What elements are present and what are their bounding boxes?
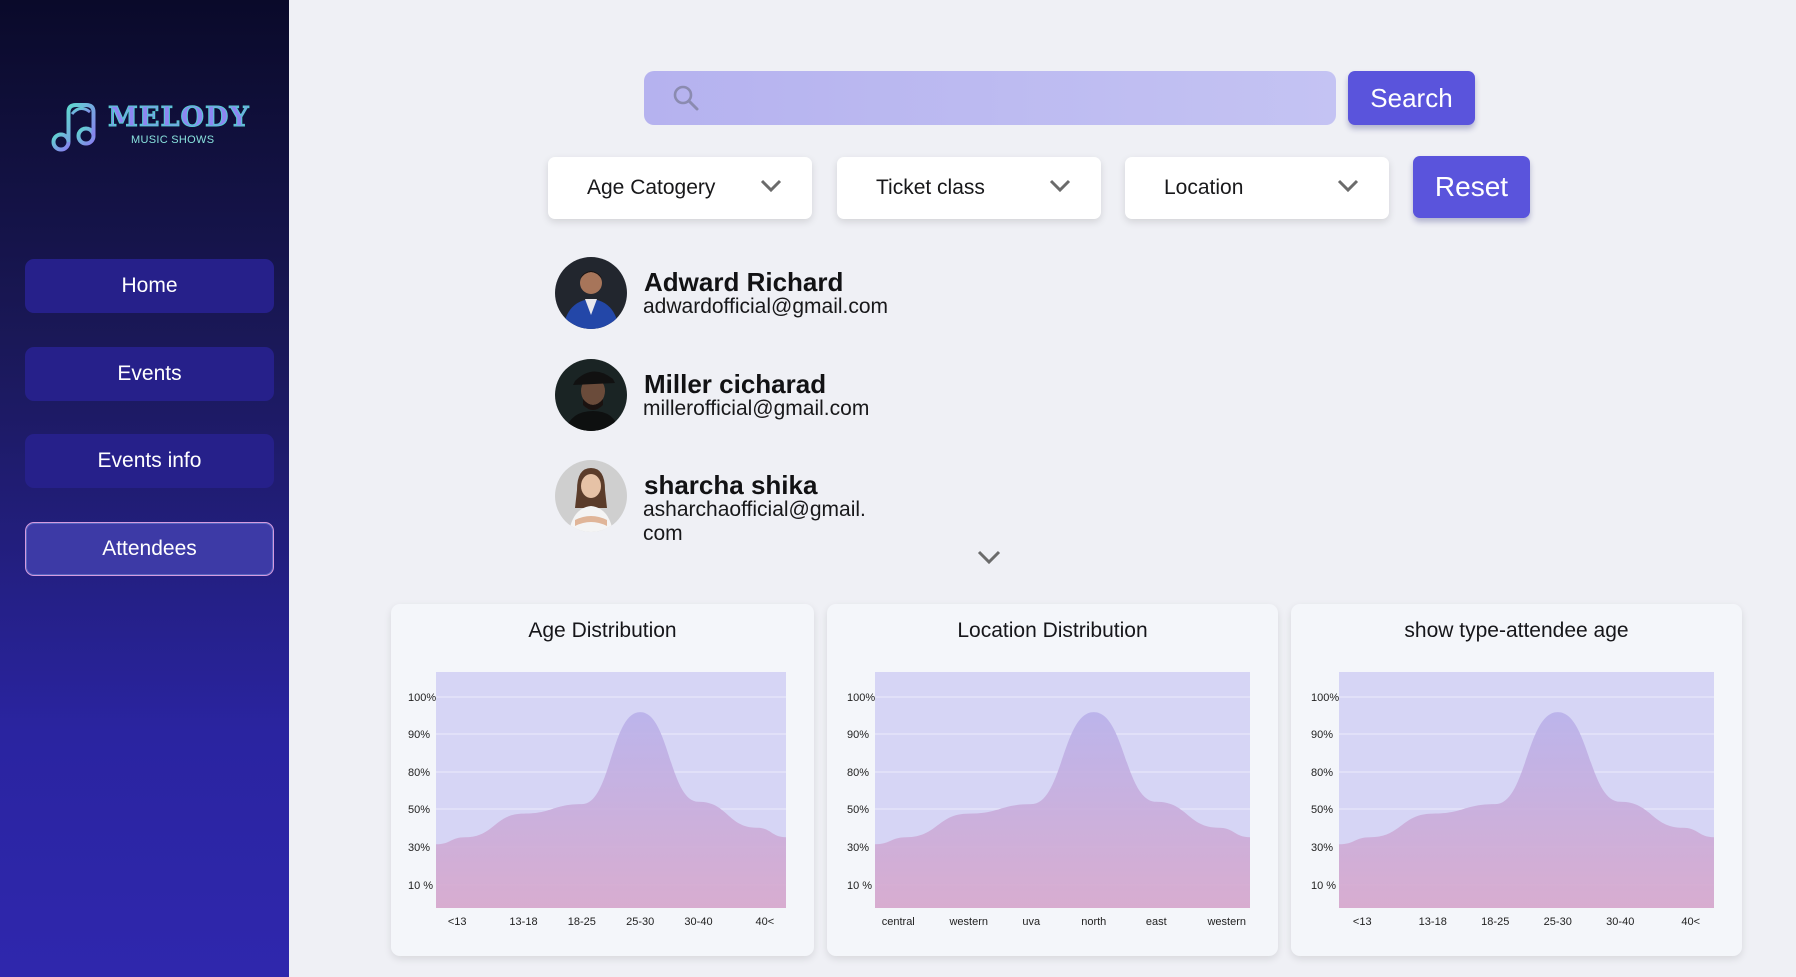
y-tick-label: 50% <box>847 804 869 816</box>
y-tick-label: 80% <box>408 767 430 779</box>
avatar <box>555 460 627 532</box>
x-tick-label: east <box>1146 916 1167 928</box>
attendee-name: Miller cicharad <box>644 369 827 399</box>
location-distribution-card: Location Distribution 100% 90% 80% 50% 30% 10… <box>827 604 1278 956</box>
x-tick-label: 30-40 <box>1606 916 1634 928</box>
reset-button[interactable]: Reset <box>1413 156 1530 218</box>
y-tick-label: 30% <box>408 842 430 854</box>
app-logo[interactable]: MELODY MUSIC SHOWS <box>50 100 250 160</box>
sidebar-item-events-info[interactable]: Events info <box>25 434 274 488</box>
logo-subtitle: MUSIC SHOWS <box>131 134 215 146</box>
sidebar-item-attendees[interactable]: Attendees <box>25 522 274 576</box>
sidebar-item-home[interactable]: Home <box>25 259 274 313</box>
search-button[interactable]: Search <box>1348 71 1475 125</box>
x-tick-label: central <box>882 916 915 928</box>
y-tick-label: 100% <box>847 692 875 704</box>
x-tick-label: 30-40 <box>684 916 712 928</box>
attendee-email: asharchaofficial@gmail. com <box>643 498 866 545</box>
age-category-label: Age Catogery <box>587 176 716 199</box>
ticket-class-dropdown[interactable]: Ticket class <box>837 157 1101 219</box>
age-distribution-chart: 100% 90% 80% 50% 30% 10 % <13 13-18 18-25 25-30 30… <box>408 672 786 928</box>
search-input[interactable] <box>700 71 1336 125</box>
y-tick-label: 30% <box>847 842 869 854</box>
y-tick-label: 10 % <box>1311 880 1336 892</box>
y-tick-label: 50% <box>1311 804 1333 816</box>
x-tick-label: 25-30 <box>626 916 654 928</box>
age-distribution-card: Age Distribution 100% 90% 80% 50% 30% 10 % <13… <box>391 604 814 956</box>
logo-title: MELODY <box>108 102 250 134</box>
x-tick-label: 40< <box>1681 916 1700 928</box>
show-type-age-card: show type-attendee age 100% 90% 80% 50% 30% 1… <box>1291 604 1742 956</box>
x-tick-label: western <box>948 916 988 928</box>
music-note-icon <box>51 103 96 152</box>
y-tick-label: 10 % <box>847 880 872 892</box>
attendee-email: adwardofficial@gmail.com <box>643 295 889 318</box>
y-tick-label: 90% <box>408 729 430 741</box>
location-label: Location <box>1164 176 1244 199</box>
x-tick-label: 18-25 <box>1481 916 1509 928</box>
chevron-down-icon <box>1337 179 1359 193</box>
chevron-down-icon <box>760 179 782 193</box>
y-tick-label: 100% <box>1311 692 1339 704</box>
x-tick-label: 18-25 <box>568 916 596 928</box>
attendee-name: sharcha shika <box>644 470 818 500</box>
search-bar <box>644 71 1336 125</box>
y-tick-label: 90% <box>1311 729 1333 741</box>
y-tick-label: 90% <box>847 729 869 741</box>
x-tick-label: <13 <box>1353 916 1372 928</box>
attendee-email: millerofficial@gmail.com <box>643 397 870 420</box>
ticket-class-label: Ticket class <box>876 176 985 199</box>
show-type-age-chart: 100% 90% 80% 50% 30% 10 % <13 13-18 18-25 25-30 30… <box>1311 672 1714 928</box>
sidebar: MELODY MUSIC SHOWS Home Events Events in… <box>0 0 289 977</box>
x-tick-label: 13-18 <box>509 916 537 928</box>
show-more-chevron-icon[interactable] <box>977 550 1001 565</box>
age-category-dropdown[interactable]: Age Catogery <box>548 157 812 219</box>
y-tick-label: 100% <box>408 692 436 704</box>
y-tick-label: 10 % <box>408 880 433 892</box>
x-tick-label: western <box>1206 916 1246 928</box>
location-dropdown[interactable]: Location <box>1125 157 1389 219</box>
x-tick-label: north <box>1081 916 1106 928</box>
x-tick-label: <13 <box>448 916 467 928</box>
x-tick-label: 13-18 <box>1419 916 1447 928</box>
avatar <box>555 359 627 431</box>
x-tick-label: 25-30 <box>1544 916 1572 928</box>
x-tick-label: 40< <box>755 916 774 928</box>
location-distribution-chart: 100% 90% 80% 50% 30% 10 % central western uva nor… <box>847 672 1250 928</box>
y-tick-label: 30% <box>1311 842 1333 854</box>
chevron-down-icon <box>1049 179 1071 193</box>
attendee-name: Adward Richard <box>644 267 844 297</box>
y-tick-label: 80% <box>1311 767 1333 779</box>
sidebar-item-events[interactable]: Events <box>25 347 274 401</box>
y-tick-label: 80% <box>847 767 869 779</box>
y-tick-label: 50% <box>408 804 430 816</box>
x-tick-label: uva <box>1022 916 1041 928</box>
search-icon <box>673 85 699 111</box>
avatar <box>555 257 627 329</box>
